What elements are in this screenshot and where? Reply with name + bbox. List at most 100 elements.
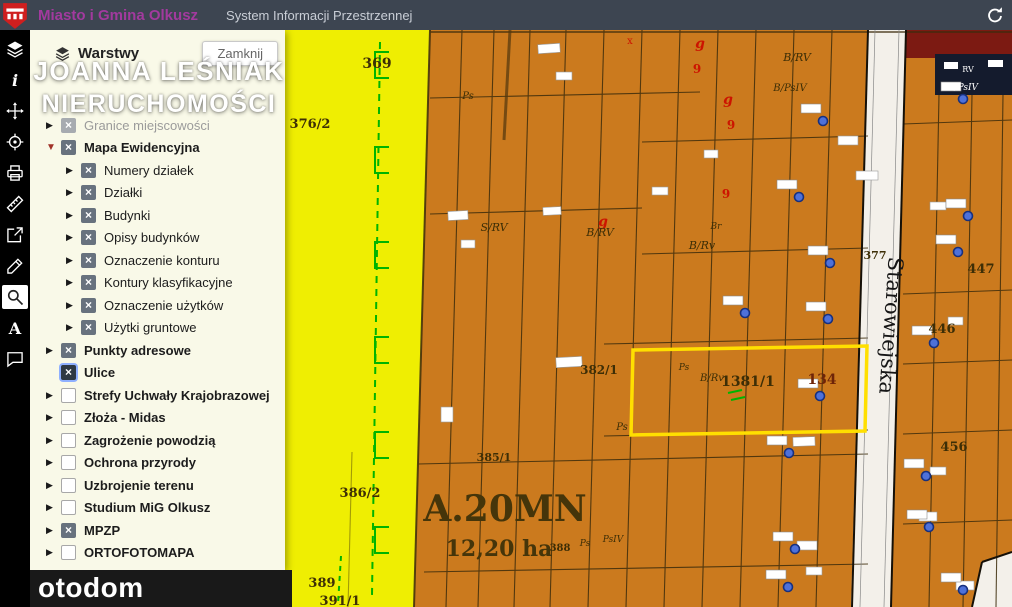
app-subtitle: System Informacji Przestrzennej bbox=[226, 8, 412, 23]
search-icon[interactable] bbox=[2, 285, 28, 309]
layer-checkbox[interactable]: × bbox=[61, 140, 76, 155]
layer-label: Opisy budynków bbox=[104, 230, 199, 245]
layer-checkbox[interactable] bbox=[61, 410, 76, 425]
layer-label: Złoża - Midas bbox=[84, 410, 166, 425]
layer-checkbox[interactable]: × bbox=[61, 523, 76, 538]
address-point-marker[interactable] bbox=[964, 212, 973, 221]
expand-arrow-icon[interactable]: ▶ bbox=[66, 277, 81, 288]
layer-row[interactable]: ▶Strefy Uchwały Krajobrazowej bbox=[30, 384, 285, 407]
map-label: Ps bbox=[461, 91, 474, 102]
layer-row[interactable]: ▶×MPZP bbox=[30, 519, 285, 542]
layer-row[interactable]: ▶ Złoża - Midas bbox=[30, 407, 285, 430]
layer-label: Punkty adresowe bbox=[84, 343, 191, 358]
expand-arrow-icon[interactable]: ▶ bbox=[66, 165, 81, 176]
layer-checkbox[interactable] bbox=[61, 388, 76, 403]
layer-row[interactable]: ▶×Oznaczenie użytków bbox=[30, 294, 285, 317]
export-icon[interactable] bbox=[2, 223, 28, 247]
address-point-marker[interactable] bbox=[816, 392, 825, 401]
layer-checkbox[interactable]: × bbox=[81, 298, 96, 313]
layer-checkbox[interactable] bbox=[61, 455, 76, 470]
layer-checkbox[interactable] bbox=[61, 433, 76, 448]
address-point-marker[interactable] bbox=[795, 193, 804, 202]
expand-arrow-icon[interactable]: ▶ bbox=[66, 300, 81, 311]
address-point-marker[interactable] bbox=[819, 117, 828, 126]
layer-checkbox[interactable]: × bbox=[61, 365, 76, 380]
draw-icon[interactable] bbox=[2, 254, 28, 278]
layer-row[interactable]: ▼×Mapa Ewidencyjna bbox=[30, 137, 285, 160]
layer-checkbox[interactable]: × bbox=[81, 208, 96, 223]
layer-row[interactable]: ▶ORTOFOTOMAPA bbox=[30, 542, 285, 565]
address-point-marker[interactable] bbox=[784, 583, 793, 592]
expand-arrow-icon[interactable]: ▶ bbox=[46, 457, 61, 468]
layer-checkbox[interactable]: × bbox=[81, 163, 96, 178]
layer-row[interactable]: ▶×Działki bbox=[30, 182, 285, 205]
layer-row[interactable]: ▶×Użytki gruntowe bbox=[30, 317, 285, 340]
expand-arrow-icon[interactable]: ▶ bbox=[66, 322, 81, 333]
layer-checkbox[interactable]: × bbox=[81, 275, 96, 290]
expand-arrow-icon[interactable]: ▶ bbox=[46, 120, 61, 131]
layer-row[interactable]: ▶×Kontury klasyfikacyjne bbox=[30, 272, 285, 295]
map-label: Ps bbox=[615, 422, 628, 433]
print-icon[interactable] bbox=[2, 161, 28, 185]
layer-row[interactable]: ▶×Numery działek bbox=[30, 159, 285, 182]
address-point-marker[interactable] bbox=[922, 472, 931, 481]
layer-row[interactable]: ▶× Punkty adresowe bbox=[30, 339, 285, 362]
building-label bbox=[793, 437, 815, 447]
address-point-marker[interactable] bbox=[785, 449, 794, 458]
address-point-marker[interactable] bbox=[959, 586, 968, 595]
expand-arrow-icon[interactable]: ▶ bbox=[46, 390, 61, 401]
layer-row[interactable]: ▶×Granice miejscowości bbox=[30, 114, 285, 137]
layers-icon[interactable] bbox=[2, 37, 28, 61]
collapse-arrow-icon[interactable]: ▼ bbox=[46, 142, 61, 153]
app-title: Miasto i Gmina Olkusz bbox=[38, 7, 198, 24]
pan-icon[interactable] bbox=[2, 99, 28, 123]
expand-arrow-icon[interactable]: ▶ bbox=[46, 547, 61, 558]
address-point-marker[interactable] bbox=[791, 545, 800, 554]
layer-row[interactable]: ×Ulice bbox=[30, 362, 285, 385]
layers-icon bbox=[54, 45, 71, 62]
layer-checkbox[interactable]: × bbox=[61, 343, 76, 358]
address-point-marker[interactable] bbox=[930, 339, 939, 348]
address-point-marker[interactable] bbox=[741, 309, 750, 318]
layer-checkbox[interactable] bbox=[61, 500, 76, 515]
measure-icon[interactable] bbox=[2, 192, 28, 216]
layer-checkbox[interactable]: × bbox=[81, 320, 96, 335]
locate-icon[interactable] bbox=[2, 130, 28, 154]
expand-arrow-icon[interactable]: ▶ bbox=[66, 210, 81, 221]
expand-arrow-icon[interactable]: ▶ bbox=[46, 480, 61, 491]
expand-arrow-icon[interactable]: ▶ bbox=[46, 435, 61, 446]
layer-row[interactable]: ▶× Opisy budynków bbox=[30, 227, 285, 250]
expand-arrow-icon[interactable]: ▶ bbox=[66, 187, 81, 198]
expand-arrow-icon[interactable]: ▶ bbox=[46, 345, 61, 356]
layer-checkbox[interactable]: × bbox=[81, 230, 96, 245]
close-panel-button[interactable]: Zamknij bbox=[202, 41, 278, 66]
expand-arrow-icon[interactable]: ▶ bbox=[46, 502, 61, 513]
layer-row[interactable]: ▶Uzbrojenie terenu bbox=[30, 474, 285, 497]
expand-arrow-icon[interactable]: ▶ bbox=[66, 232, 81, 243]
address-point-marker[interactable] bbox=[826, 259, 835, 268]
layer-checkbox[interactable] bbox=[61, 545, 76, 560]
address-point-marker[interactable] bbox=[824, 315, 833, 324]
layer-checkbox[interactable]: × bbox=[81, 185, 96, 200]
layer-row[interactable]: ▶Zagrożenie powodzią bbox=[30, 429, 285, 452]
address-point-marker[interactable] bbox=[959, 95, 968, 104]
comment-icon[interactable] bbox=[2, 347, 28, 371]
font-icon[interactable]: A bbox=[2, 316, 28, 340]
expand-arrow-icon[interactable]: ▶ bbox=[46, 412, 61, 423]
layer-row[interactable]: ▶×Budynki bbox=[30, 204, 285, 227]
info-icon[interactable]: i bbox=[2, 68, 28, 92]
refresh-icon[interactable] bbox=[984, 4, 1006, 26]
map-label: RV bbox=[962, 65, 974, 74]
expand-arrow-icon[interactable]: ▶ bbox=[46, 525, 61, 536]
layer-checkbox[interactable]: × bbox=[81, 253, 96, 268]
map-label: g bbox=[723, 92, 733, 108]
expand-arrow-icon[interactable]: ▶ bbox=[66, 255, 81, 266]
layer-row[interactable]: ▶Studium MiG Olkusz bbox=[30, 497, 285, 520]
layer-checkbox[interactable] bbox=[61, 478, 76, 493]
map-label: Br bbox=[710, 222, 723, 232]
layer-row[interactable]: ▶Ochrona przyrody bbox=[30, 452, 285, 475]
layer-checkbox[interactable]: × bbox=[61, 118, 76, 133]
address-point-marker[interactable] bbox=[954, 248, 963, 257]
address-point-marker[interactable] bbox=[925, 523, 934, 532]
layer-row[interactable]: ▶×Oznaczenie konturu bbox=[30, 249, 285, 272]
